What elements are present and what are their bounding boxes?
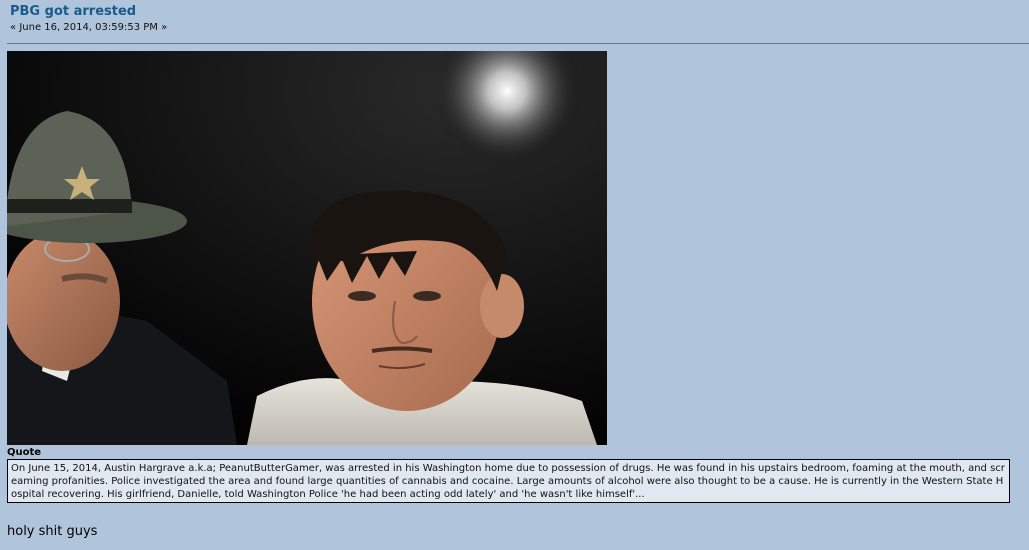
post-photo — [7, 51, 607, 445]
post-title-link[interactable]: PBG got arrested — [10, 4, 167, 20]
post-date-text: June 16, 2014, 03:59:53 PM — [19, 22, 158, 33]
post-body-text: holy shit guys — [7, 524, 98, 539]
quote-text: On June 15, 2014, Austin Hargrave a.k.a;… — [11, 463, 1005, 500]
quote-box: On June 15, 2014, Austin Hargrave a.k.a;… — [7, 459, 1010, 503]
header-divider — [7, 43, 1029, 44]
post-header: PBG got arrested « June 16, 2014, 03:59:… — [10, 4, 167, 35]
quote-label: Quote — [7, 447, 42, 458]
date-suffix-arrow: » — [161, 22, 168, 33]
post-date: « June 16, 2014, 03:59:53 PM » — [10, 21, 167, 35]
date-prefix-arrow: « — [10, 22, 17, 33]
